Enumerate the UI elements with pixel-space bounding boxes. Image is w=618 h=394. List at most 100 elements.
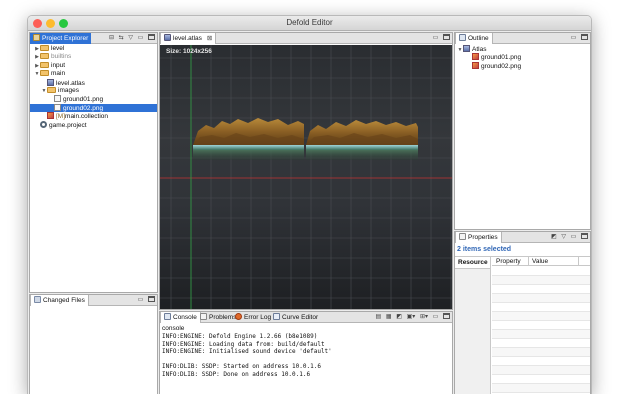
folder-icon — [40, 53, 49, 60]
tree-item-label: ground01.png — [63, 96, 104, 104]
tab-project-explorer[interactable]: Project Explorer — [30, 33, 92, 44]
console-line: INFO:DLIB: SSDP: Done on address 10.0.1.… — [162, 370, 311, 378]
problems-icon — [200, 313, 207, 320]
tree-item-label: main — [51, 70, 66, 78]
selection-summary: 2 items selected — [457, 246, 512, 253]
tree-item[interactable]: ▼ images — [30, 87, 157, 95]
console-header: console — [162, 325, 185, 332]
outline-item[interactable]: ground01.png — [455, 53, 590, 61]
tab-console[interactable]: Console — [160, 312, 201, 323]
category-resource[interactable]: Resource — [455, 257, 490, 269]
tab-curve-editor[interactable]: Curve Editor — [270, 312, 321, 323]
tree-item-label: builtins — [51, 53, 72, 61]
property-table: Property Value — [492, 257, 590, 394]
col-property[interactable]: Property — [496, 258, 521, 265]
atlas-icon — [463, 45, 470, 52]
minimize-icon[interactable]: ▭ — [571, 233, 577, 242]
property-row — [492, 366, 590, 375]
project-explorer-controls: ⊟ ⇆ ▽ ▭ — [106, 34, 155, 43]
pin-icon[interactable]: ◩ — [551, 233, 557, 242]
tree-item[interactable]: game.project — [30, 120, 157, 129]
tab-label: Console — [173, 314, 197, 321]
link-icon[interactable]: ⇆ — [119, 34, 124, 43]
collection-icon — [47, 112, 54, 120]
tab-changed-files[interactable]: Changed Files — [30, 295, 89, 306]
collapse-all-icon[interactable]: ⊟ — [109, 34, 114, 43]
outline-root-label: Atlas — [472, 46, 487, 53]
console-icon — [164, 313, 171, 320]
tree-item[interactable]: ▶ level — [30, 45, 157, 53]
minimize-icon[interactable]: ▭ — [433, 313, 439, 322]
editor-window: Defold Editor Project Explorer ⊟ ⇆ ▽ ▭ ▶… — [27, 15, 592, 394]
tree-item-label: images — [58, 87, 79, 94]
tab-level-atlas[interactable]: level.atlas ⊠ — [160, 33, 217, 44]
minimize-icon[interactable]: ▭ — [138, 34, 144, 43]
property-row — [492, 285, 590, 294]
tab-error-log[interactable]: Error Log — [232, 312, 274, 323]
tree-item[interactable]: ▼ main — [30, 70, 157, 78]
tree-item[interactable]: ▶ input — [30, 61, 157, 70]
changed-files-panel: Changed Files ▭ — [29, 294, 158, 394]
display-console-icon[interactable]: ▣▾ — [407, 313, 416, 322]
tab-outline[interactable]: Outline — [455, 33, 493, 44]
file-icon — [54, 103, 61, 111]
close-tab-icon[interactable]: ⊠ — [207, 35, 212, 42]
project-tree: ▶ level ▶ builtins ▶ input ▼ main level.atlas ▼ im… — [30, 45, 157, 292]
project-explorer-panel: Project Explorer ⊟ ⇆ ▽ ▭ ▶ level ▶ builtins… — [29, 32, 158, 293]
scene-view — [160, 45, 452, 309]
tree-item[interactable]: [M]main.collection — [30, 112, 157, 120]
maximize-icon[interactable] — [148, 34, 155, 40]
property-row — [492, 303, 590, 312]
tab-label: Outline — [468, 35, 489, 42]
property-row — [492, 357, 590, 366]
scene-canvas[interactable]: Size: 1024x256 — [160, 45, 452, 309]
property-row — [492, 330, 590, 339]
property-row — [492, 267, 590, 276]
property-row — [492, 348, 590, 357]
minimize-icon[interactable]: ▭ — [138, 296, 144, 305]
category-column: Resource — [455, 257, 491, 394]
changed-files-controls: ▭ — [135, 296, 155, 305]
folder-icon — [47, 87, 56, 93]
maximize-icon[interactable] — [443, 313, 450, 319]
maximize-icon[interactable] — [148, 296, 155, 302]
file-icon — [54, 95, 61, 103]
property-row — [492, 321, 590, 330]
atlas-icon — [47, 78, 54, 86]
tab-properties[interactable]: Properties — [455, 232, 502, 243]
tab-label: Curve Editor — [282, 314, 319, 321]
console-output: INFO:ENGINE: Defold Engine 1.2.66 (b8e10… — [162, 333, 450, 379]
outline-tabbar: Outline ▭ — [455, 33, 590, 44]
property-row — [492, 375, 590, 384]
tree-item[interactable]: ground02.png — [30, 103, 157, 113]
view-menu-icon[interactable]: ▽ — [561, 233, 566, 242]
outline-root[interactable]: ▼ Atlas — [455, 45, 590, 53]
open-console-icon[interactable]: ⊞▾ — [420, 313, 428, 322]
console-tabbar: Console Problems Error Log Curve Editor … — [160, 312, 452, 323]
maximize-icon[interactable] — [581, 233, 588, 239]
tree-item-label: input — [51, 61, 66, 69]
view-menu-icon[interactable]: ▽ — [128, 34, 133, 43]
minimize-icon[interactable]: ▭ — [571, 34, 577, 43]
minimize-icon[interactable]: ▭ — [433, 34, 439, 43]
tree-item[interactable]: ground01.png — [30, 95, 157, 103]
pin-console-icon[interactable]: ◩ — [396, 313, 402, 322]
console-panel: Console Problems Error Log Curve Editor … — [159, 311, 453, 394]
col-value[interactable]: Value — [532, 258, 548, 265]
changed-files-tabbar: Changed Files ▭ — [30, 295, 157, 306]
atlas-icon — [164, 34, 171, 41]
tab-label: Error Log — [244, 314, 272, 321]
tree-item[interactable]: level.atlas — [30, 78, 157, 87]
property-table-header: Property Value — [492, 257, 590, 266]
outline-item[interactable]: ground02.png — [455, 61, 590, 70]
clear-console-icon[interactable]: ▤ — [376, 313, 382, 322]
property-row — [492, 276, 590, 285]
maximize-icon[interactable] — [581, 34, 588, 40]
title-bar: Defold Editor — [28, 16, 591, 31]
image-icon — [472, 53, 479, 61]
maximize-icon[interactable] — [443, 34, 450, 40]
scroll-lock-icon[interactable]: ▦ — [386, 313, 392, 322]
tree-item[interactable]: ▶ builtins — [30, 53, 157, 61]
window-title: Defold Editor — [286, 18, 333, 27]
